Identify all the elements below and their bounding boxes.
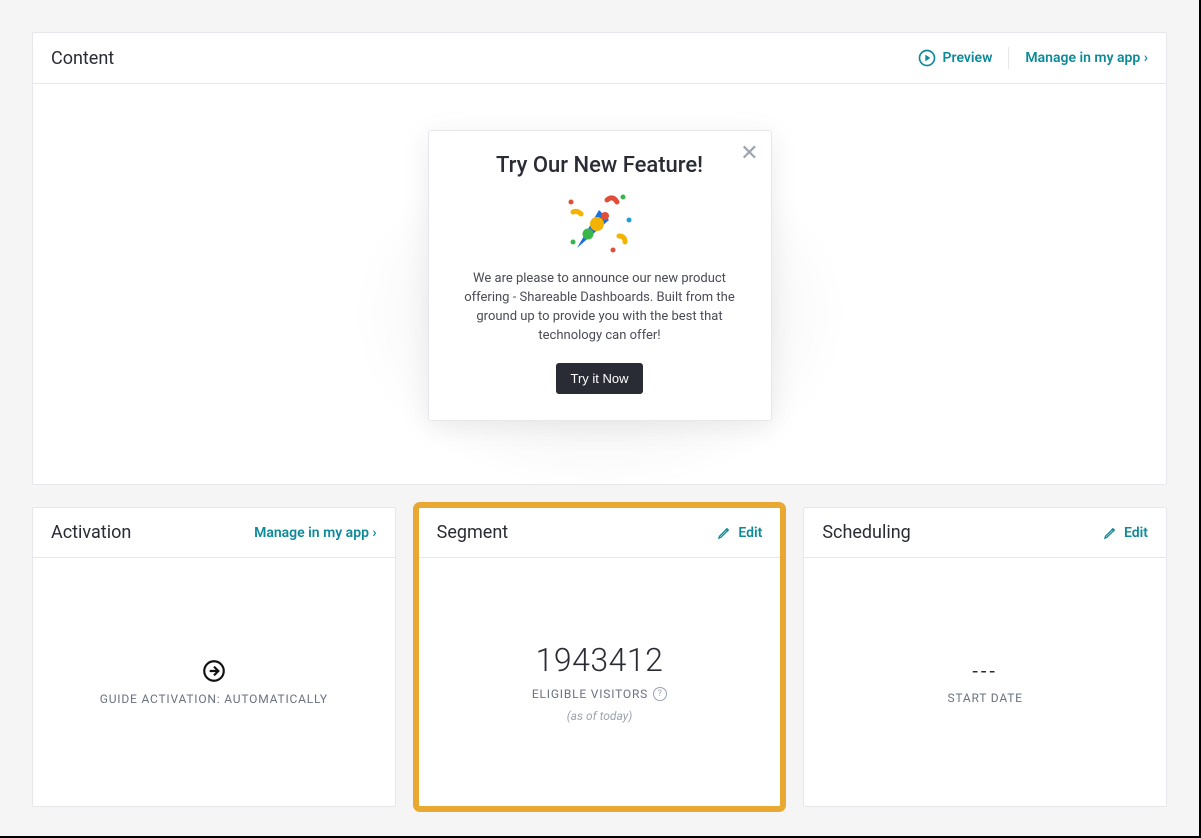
segment-count: 1943412 (536, 641, 664, 679)
edit-label: Edit (1124, 525, 1148, 541)
play-circle-icon (917, 48, 937, 68)
scheduling-value: --- (972, 659, 998, 683)
try-it-now-button[interactable]: Try it Now (556, 363, 642, 394)
activation-caption: GUIDE ACTIVATION: AUTOMATICALLY (100, 692, 328, 706)
preview-button[interactable]: Preview (917, 48, 993, 68)
modal-title: Try Our New Feature! (453, 153, 747, 178)
segment-edit-button[interactable]: Edit (717, 525, 762, 541)
pencil-icon (717, 525, 732, 540)
manage-in-app-link[interactable]: Manage in my app › (1025, 50, 1148, 66)
preview-label: Preview (943, 50, 993, 66)
manage-label: Manage in my app › (254, 525, 377, 541)
segment-card: Segment Edit 1943412 ELIGIBLE VISITORS ?… (418, 507, 782, 807)
manage-label: Manage in my app › (1025, 50, 1148, 66)
scheduling-title: Scheduling (822, 522, 910, 543)
pencil-icon (1103, 525, 1118, 540)
activation-manage-link[interactable]: Manage in my app › (254, 525, 377, 541)
content-body: ✕ Try Our New Feature! (33, 84, 1166, 484)
segment-asof: (as of today) (567, 709, 633, 723)
divider (1008, 47, 1009, 69)
scheduling-card: Scheduling Edit --- START DATE (803, 507, 1167, 807)
edit-label: Edit (738, 525, 762, 541)
content-title: Content (51, 48, 114, 69)
segment-title: Segment (437, 522, 509, 543)
scheduling-edit-button[interactable]: Edit (1103, 525, 1148, 541)
activation-card: Activation Manage in my app › GUIDE ACTI… (32, 507, 396, 807)
help-icon[interactable]: ? (653, 687, 667, 701)
party-popper-icon (453, 192, 747, 258)
scheduling-start-label: START DATE (948, 691, 1023, 705)
modal-text: We are please to announce our new produc… (459, 270, 741, 345)
feature-modal: ✕ Try Our New Feature! (428, 130, 772, 421)
activation-title: Activation (51, 522, 131, 543)
content-card: Content Preview Manage in my app › ✕ Try… (32, 32, 1167, 485)
segment-visitors-label: ELIGIBLE VISITORS ? (532, 687, 667, 701)
close-icon[interactable]: ✕ (740, 141, 758, 166)
arrow-circle-right-icon (201, 658, 227, 684)
